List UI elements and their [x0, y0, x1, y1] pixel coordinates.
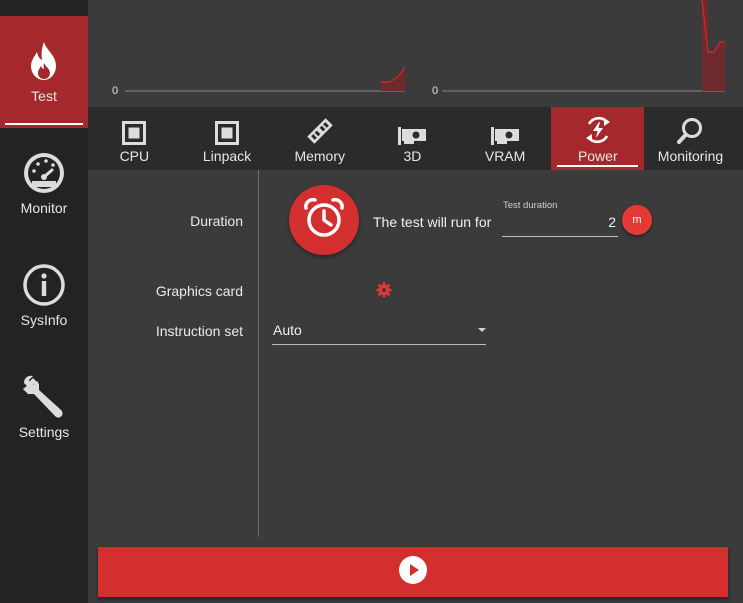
power-icon — [583, 107, 613, 147]
sidebar: Test Monitor SysInfo Settings — [0, 0, 88, 603]
flame-icon — [27, 38, 61, 84]
tab-label: Power — [577, 148, 618, 164]
sidebar-item-monitor[interactable]: Monitor — [0, 128, 88, 240]
alarm-clock-icon — [301, 195, 347, 246]
instruction-set-label: Instruction set — [155, 323, 243, 339]
tab-label: Monitoring — [657, 148, 724, 164]
tab-linpack[interactable]: Linpack — [181, 107, 274, 170]
main-panel: 0 0 CPU Linpack Memory 3D VRAM Power Mon… — [88, 0, 743, 603]
tab-3d[interactable]: 3D — [366, 107, 459, 170]
info-icon — [22, 262, 66, 308]
right-graph-fill — [702, 0, 725, 91]
settings-divider — [258, 170, 259, 537]
graphics-card-label: Graphics card — [155, 283, 243, 299]
start-test-button[interactable] — [98, 547, 728, 597]
timer-button[interactable] — [289, 185, 359, 255]
graphics-card-icon — [398, 107, 427, 147]
right-graph-min-label: 0 — [432, 85, 439, 97]
duration-unit-button[interactable]: m — [622, 205, 652, 235]
power-settings-panel: Duration The test will run for Test dura… — [88, 170, 743, 542]
magnifier-icon — [676, 107, 704, 147]
play-icon — [398, 555, 428, 590]
tab-cpu[interactable]: CPU — [88, 107, 181, 170]
duration-label: Duration — [190, 213, 243, 229]
gauge-icon — [22, 150, 66, 196]
tab-label: 3D — [403, 148, 422, 164]
sidebar-item-settings[interactable]: Settings — [0, 352, 88, 464]
left-graph-min-label: 0 — [112, 85, 119, 97]
tab-memory[interactable]: Memory — [273, 107, 366, 170]
active-indicator — [5, 123, 83, 125]
sidebar-item-label: Settings — [18, 424, 70, 440]
test-duration-caption: Test duration — [503, 200, 558, 211]
left-graph-fill — [381, 67, 405, 91]
test-duration-value: 2 — [608, 214, 616, 230]
graphs-area: 0 0 — [88, 0, 743, 107]
instruction-set-value: Auto — [273, 322, 302, 338]
chevron-down-icon — [478, 328, 486, 332]
sidebar-item-label: SysInfo — [20, 312, 68, 328]
instruction-set-select[interactable]: Auto — [272, 318, 486, 345]
tab-label: VRAM — [484, 148, 526, 164]
cpu-icon — [215, 107, 240, 147]
tab-power[interactable]: Power — [551, 107, 645, 170]
sidebar-item-label: Monitor — [20, 200, 68, 216]
tab-label: CPU — [119, 148, 150, 164]
sidebar-item-label: Test — [31, 88, 57, 104]
load-graphs — [125, 0, 725, 92]
memory-icon — [306, 107, 334, 147]
tab-label: Memory — [294, 148, 345, 164]
sidebar-item-test[interactable]: Test — [0, 16, 88, 128]
sidebar-item-sysinfo[interactable]: SysInfo — [0, 240, 88, 352]
wrench-icon — [21, 374, 67, 420]
tab-label: Linpack — [202, 148, 252, 164]
tab-monitoring[interactable]: Monitoring — [644, 107, 737, 170]
gear-icon[interactable] — [376, 282, 392, 303]
graphics-card-icon — [491, 107, 520, 147]
cpu-icon — [122, 107, 147, 147]
test-duration-field[interactable]: Test duration 2 — [502, 200, 618, 237]
duration-description: The test will run for — [373, 214, 492, 230]
test-type-tabs: CPU Linpack Memory 3D VRAM Power Monitor… — [88, 107, 743, 170]
tab-vram[interactable]: VRAM — [459, 107, 552, 170]
active-indicator — [557, 165, 639, 167]
